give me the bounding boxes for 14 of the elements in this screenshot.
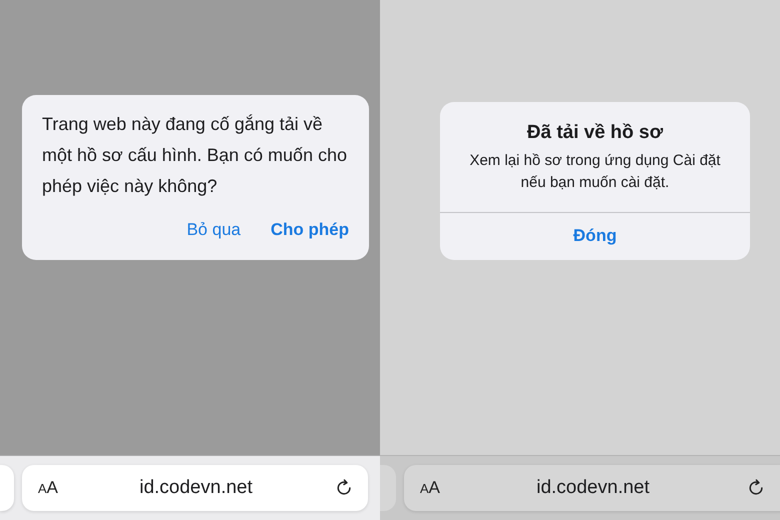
dialog-title: Đã tải về hồ sơ xyxy=(526,122,664,144)
dialog-message: Trang web này đang cố gắng tải về một hồ sơ cấu hình. Bạn có muốn cho phép việc này không? xyxy=(42,113,348,198)
dialog-message: Xem lại hồ sơ trong ứng dụng Cài đặt nếu bạn muốn cài đặt. xyxy=(468,151,722,193)
address-bar[interactable]: AA id.codevn.net xyxy=(22,465,368,511)
dialog-button[interactable]: Đóng xyxy=(573,213,617,260)
url-text: id.codevn.net xyxy=(535,477,651,499)
url-text: id.codevn.net xyxy=(138,477,254,499)
dialog-button[interactable]: Cho phép xyxy=(270,216,349,244)
tab-edge xyxy=(380,465,396,511)
tab-edge xyxy=(0,465,14,511)
text-size-button[interactable]: AA xyxy=(420,478,440,498)
dialog-button[interactable]: Bỏ qua xyxy=(186,216,241,244)
text-size-button[interactable]: AA xyxy=(38,478,58,498)
address-bar[interactable]: AA id.codevn.net xyxy=(404,465,780,511)
